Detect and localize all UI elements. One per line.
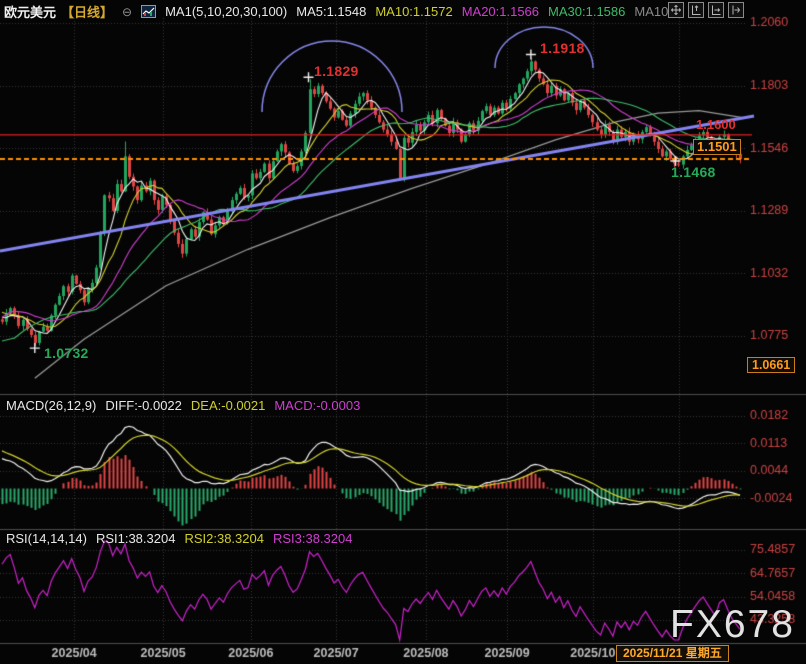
chart-canvas[interactable] [0,0,806,664]
rsi2-value: RSI2:38.3204 [184,531,264,546]
annotation-low-2: 1.0732 [44,345,89,361]
annotation-high-1: 1.1829 [314,63,359,79]
chart-type-icon[interactable] [141,5,156,18]
macd-header: MACD(26,12,9) DIFF:-0.0022 DEA:-0.0021 M… [6,398,360,413]
ma5-value: MA5:1.1548 [296,4,366,19]
rsi1-value: RSI1:38.3204 [96,531,176,546]
ma10-value: MA10:1.1572 [375,4,452,19]
annotation-high-2: 1.1918 [540,40,585,56]
axis-scale-up-icon[interactable] [688,2,704,18]
ma-settings-label: MA1(5,10,20,30,100) [165,4,287,19]
ma20-value: MA20:1.1566 [462,4,539,19]
ma30-value: MA30:1.1586 [548,4,625,19]
annotation-low-1: 1.1468 [671,164,716,180]
axis-scale-right-icon[interactable] [708,2,724,18]
symbol-title: 欧元美元 [4,2,56,21]
fx678-watermark: FX678 [670,603,795,647]
last-price-label: 1.1501 [693,139,741,155]
scale-low-label: 1.0661 [747,357,795,373]
main-header: 欧元美元 【日线】 ⊖ MA1(5,10,20,30,100) MA5:1.15… [4,2,668,21]
rsi-header: RSI(14,14,14) RSI1:38.3204 RSI2:38.3204 … [6,531,352,546]
macd-params: MACD(26,12,9) [6,398,96,413]
macd-value: MACD:-0.0003 [274,398,360,413]
macd-dea-value: DEA:-0.0021 [191,398,265,413]
chart-toolbar [668,2,744,18]
panel-expand-icon[interactable] [728,2,744,18]
chart-app: 欧元美元 【日线】 ⊖ MA1(5,10,20,30,100) MA5:1.15… [0,0,806,664]
period-label[interactable]: 【日线】 [61,2,113,21]
rsi3-value: RSI3:38.3204 [273,531,353,546]
collapse-circle-icon[interactable]: ⊖ [122,5,132,19]
macd-diff-value: DIFF:-0.0022 [105,398,182,413]
rsi-params: RSI(14,14,14) [6,531,87,546]
move-crosshair-icon[interactable] [668,2,684,18]
hline-price-label: 1.1600 [696,118,736,132]
ma100-label: MA10 [634,4,668,19]
current-date-label: 2025/11/21 星期五 [616,645,729,662]
